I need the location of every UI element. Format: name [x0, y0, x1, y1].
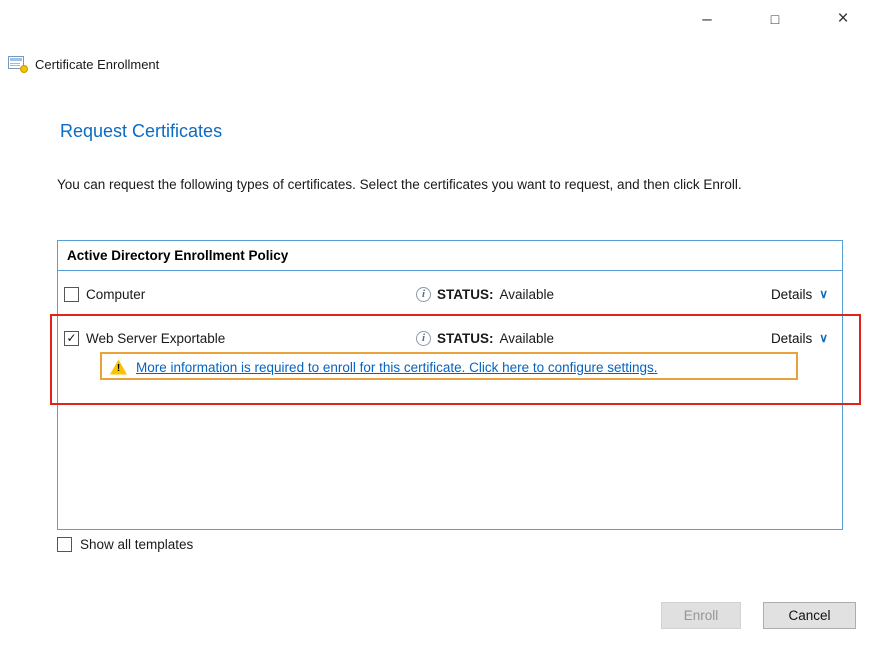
details-label: Details [771, 287, 812, 302]
details-button-computer[interactable]: Details ∨ [771, 287, 828, 302]
certificate-seal-shape [20, 65, 28, 73]
window-controls: – □ × [693, 6, 857, 32]
warning-icon: ! [110, 360, 127, 375]
warning-exclamation: ! [110, 364, 127, 374]
details-label: Details [771, 331, 812, 346]
page-description: You can request the following types of c… [57, 175, 814, 195]
web-server-exportable-checkbox[interactable]: ✓ [64, 331, 79, 346]
certificate-row-left: Computer [64, 287, 416, 302]
maximize-button[interactable]: □ [761, 6, 789, 32]
footer-buttons: Enroll Cancel [661, 602, 856, 629]
status-value: Available [500, 287, 555, 302]
info-icon: i [416, 287, 431, 302]
show-all-templates[interactable]: Show all templates [57, 537, 193, 552]
status-group: i STATUS: Available [416, 331, 554, 346]
close-button[interactable]: × [829, 6, 857, 32]
certificate-page-header-shape [10, 58, 22, 61]
cancel-button[interactable]: Cancel [763, 602, 856, 629]
show-all-templates-checkbox[interactable] [57, 537, 72, 552]
chevron-down-icon: ∨ [819, 288, 828, 300]
certificate-enrollment-window: – □ × Certificate Enrollment Request Cer… [0, 0, 875, 646]
enroll-button[interactable]: Enroll [661, 602, 741, 629]
window-title: Certificate Enrollment [35, 57, 159, 72]
info-glyph: i [422, 333, 425, 344]
status-value: Available [500, 331, 555, 346]
status-group: i STATUS: Available [416, 287, 554, 302]
status-label: STATUS: [437, 287, 494, 302]
chevron-down-icon: ∨ [819, 332, 828, 344]
minimize-button[interactable]: – [693, 6, 721, 32]
certificate-name: Computer [86, 287, 145, 302]
info-icon: i [416, 331, 431, 346]
warning-row: ! More information is required to enroll… [110, 355, 657, 379]
certificate-name: Web Server Exportable [86, 331, 225, 346]
info-glyph: i [422, 289, 425, 300]
configure-settings-link[interactable]: More information is required to enroll f… [136, 360, 657, 375]
details-button-web-server-exportable[interactable]: Details ∨ [771, 331, 828, 346]
certificate-page-line [10, 65, 20, 66]
certificate-page-line [10, 63, 20, 64]
certificate-row-web-server-exportable[interactable]: ✓ Web Server Exportable i STATUS: Availa… [58, 325, 842, 351]
policy-panel: Active Directory Enrollment Policy Compu… [57, 240, 843, 530]
titlebar: Certificate Enrollment [8, 54, 159, 74]
page-title: Request Certificates [60, 121, 222, 142]
certificate-row-left: ✓ Web Server Exportable [64, 331, 416, 346]
certificate-row-computer[interactable]: Computer i STATUS: Available Details ∨ [58, 281, 842, 307]
computer-checkbox[interactable] [64, 287, 79, 302]
certificate-enrollment-icon [8, 56, 28, 73]
show-all-templates-label: Show all templates [80, 537, 193, 552]
checkmark: ✓ [66, 332, 76, 344]
status-label: STATUS: [437, 331, 494, 346]
policy-panel-header: Active Directory Enrollment Policy [58, 241, 842, 271]
